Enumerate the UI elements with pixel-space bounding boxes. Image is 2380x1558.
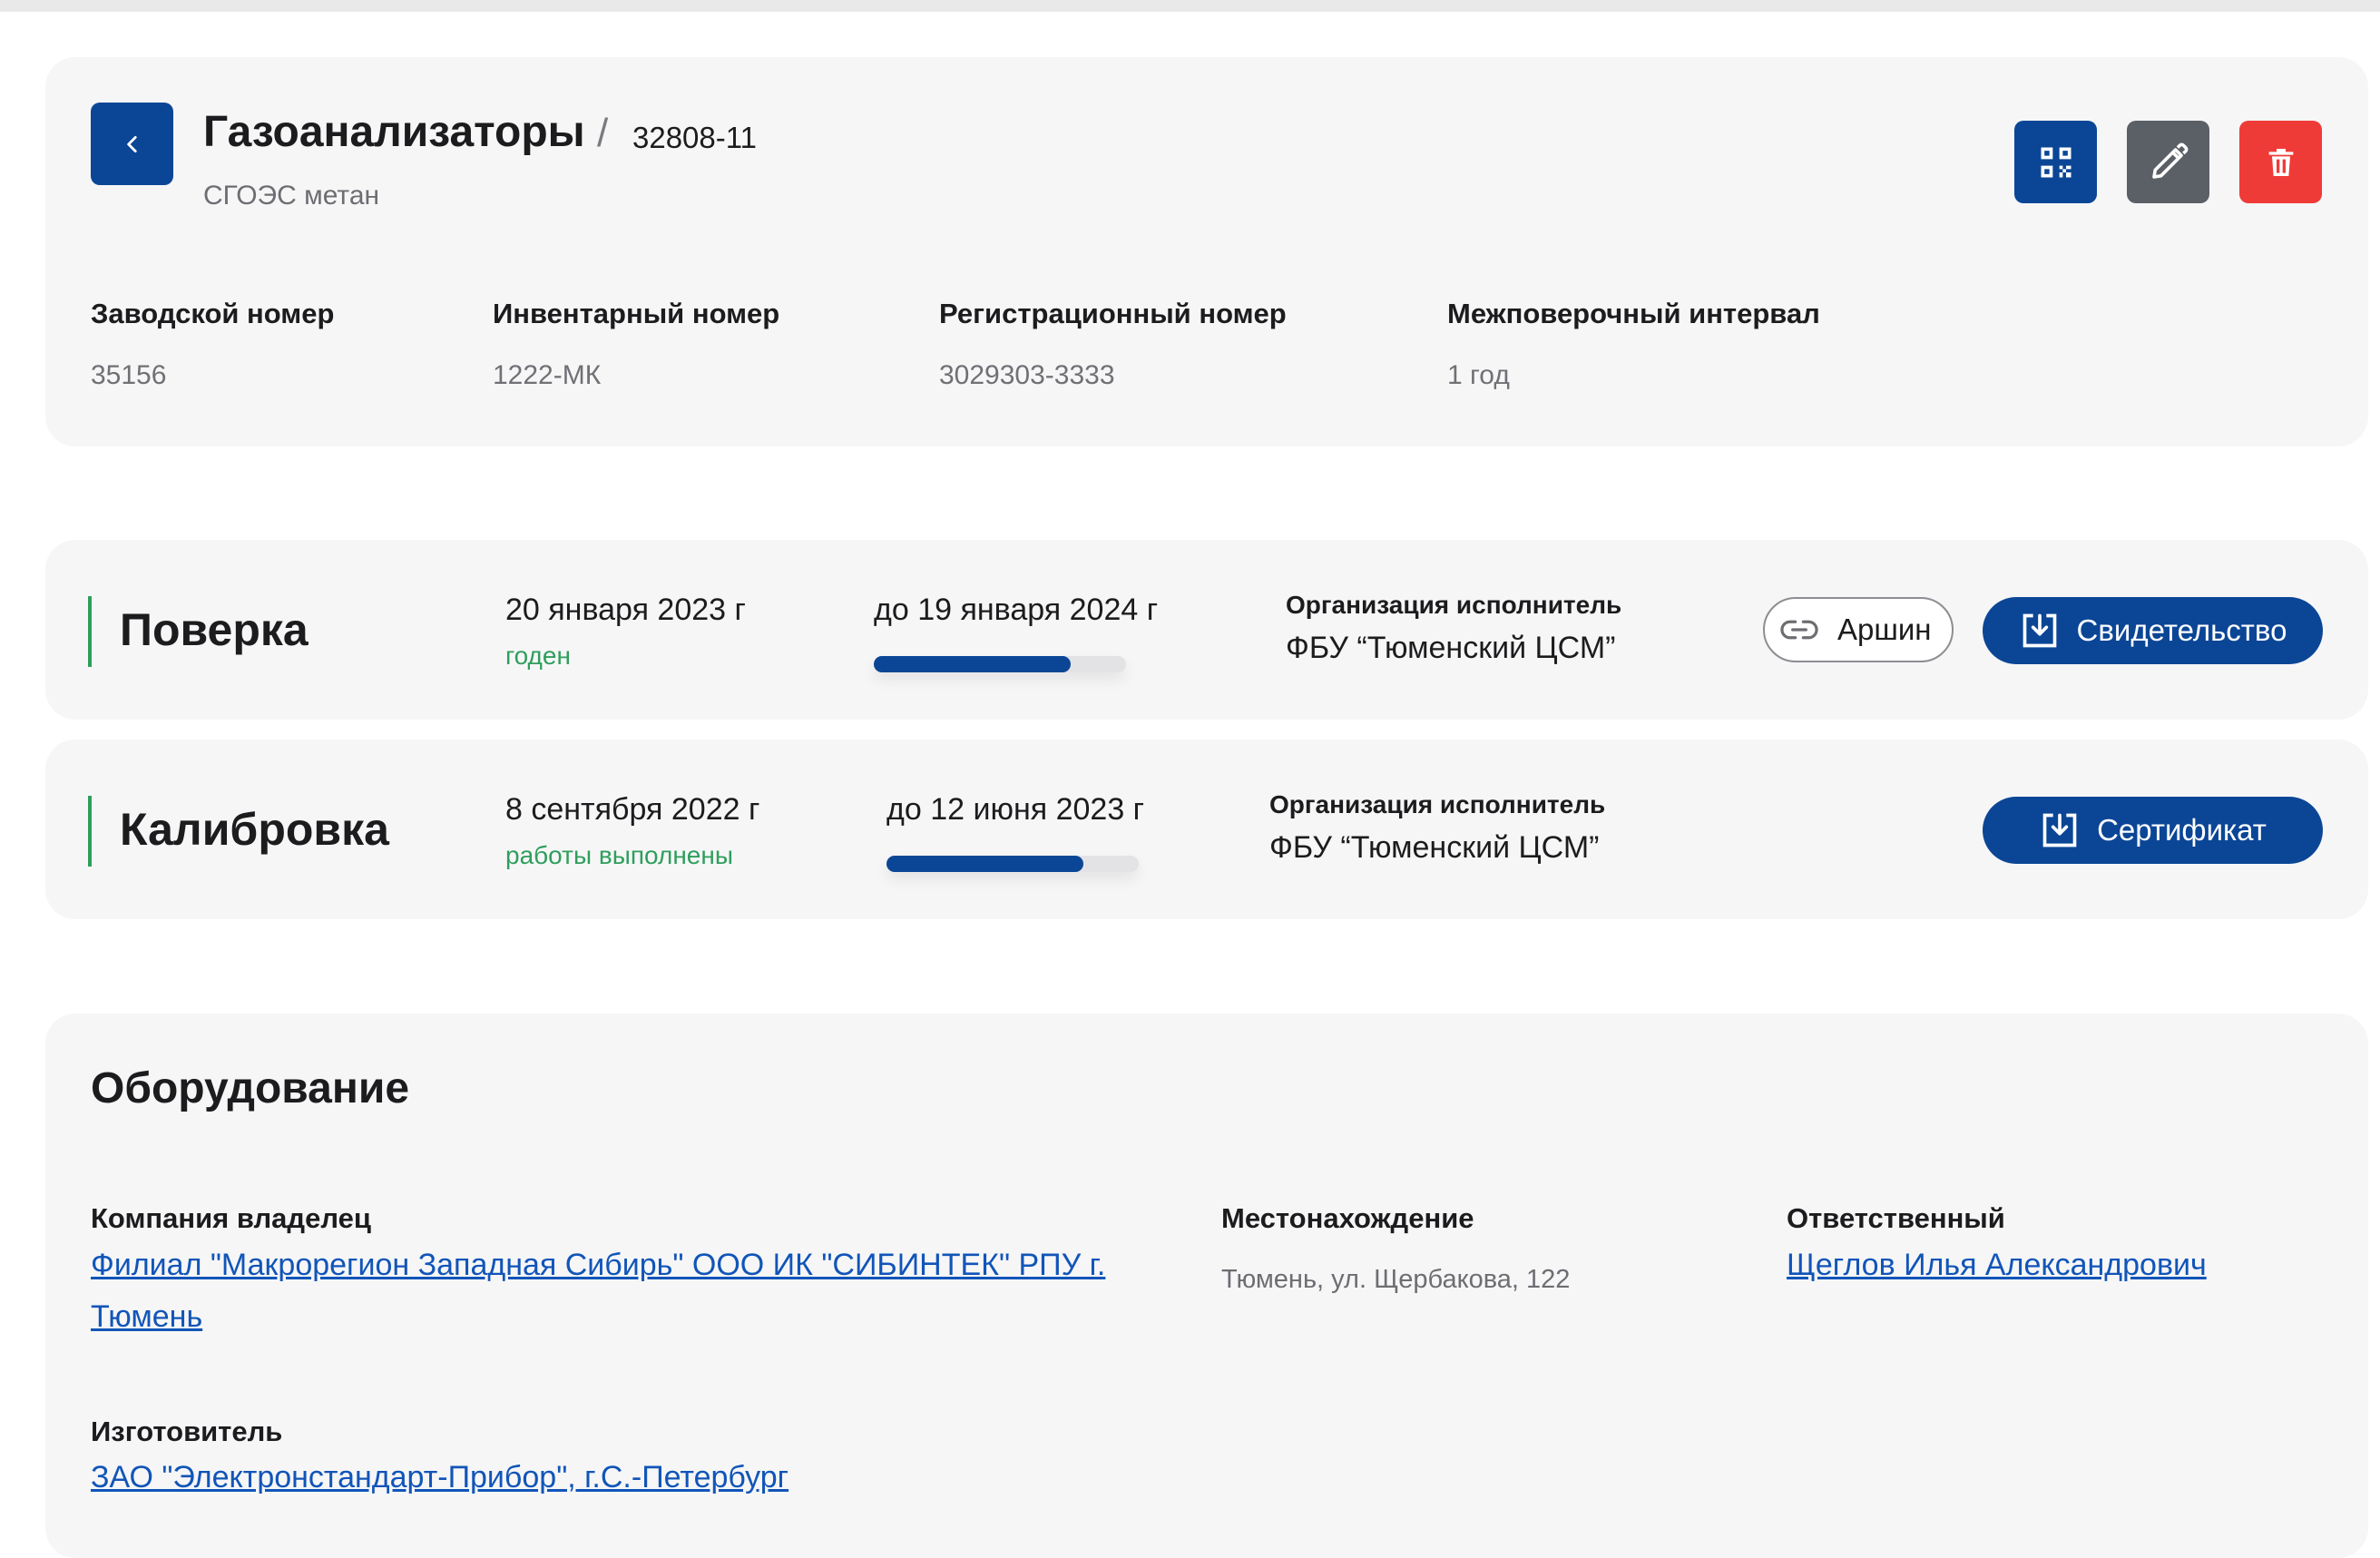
inventory-number-label: Инвентарный номер (493, 298, 780, 329)
location-value: Тюмень, ул. Щербакова, 122 (1221, 1265, 1571, 1294)
calibration-date: 8 сентября 2022 г (505, 792, 760, 827)
verification-card: Поверка 20 января 2023 г годен до 19 янв… (45, 540, 2368, 720)
verification-date: 20 января 2023 г (505, 593, 746, 627)
verification-title: Поверка (120, 604, 309, 655)
verification-progress-bar (874, 656, 1126, 672)
progress-fill (886, 856, 1083, 872)
org-value: ФБУ “Тюменский ЦСМ” (1269, 830, 1600, 865)
serial-number-value: 35156 (91, 360, 167, 390)
status-accent-bar (88, 796, 92, 867)
manufacturer-link[interactable]: ЗАО "Электронстандарт-Прибор", г.С.-Пете… (91, 1452, 788, 1504)
equipment-card: Оборудование Компания владелец Филиал "М… (45, 1014, 2368, 1558)
calibration-card: Калибровка 8 сентября 2022 г работы выпо… (45, 740, 2368, 919)
manufacturer-label: Изготовитель (91, 1416, 283, 1447)
responsible-label: Ответственный (1787, 1202, 2005, 1234)
edit-button[interactable] (2127, 121, 2209, 203)
location-label: Местонахождение (1221, 1202, 1474, 1234)
serial-number-label: Заводской номер (91, 298, 335, 329)
registration-number-label: Регистрационный номер (939, 298, 1287, 329)
progress-fill (874, 656, 1071, 672)
top-bar (0, 0, 2380, 12)
verification-interval-label: Межповерочный интервал (1447, 298, 1820, 329)
title-separator: / (597, 111, 609, 155)
device-subtitle: СГОЭС метан (203, 181, 380, 211)
owner-link[interactable]: Филиал "Макрорегион Западная Сибирь" ООО… (91, 1240, 1116, 1343)
link-icon (1779, 616, 1819, 643)
verification-due-date: до 19 января 2024 г (874, 593, 1159, 627)
chevron-left-icon (126, 135, 137, 152)
org-label: Организация исполнитель (1269, 790, 1606, 818)
org-label: Организация исполнитель (1286, 591, 1622, 619)
org-value: ФБУ “Тюменский ЦСМ” (1286, 631, 1616, 665)
download-certificate-button[interactable]: Свидетельство (1983, 597, 2323, 664)
section-title: Оборудование (91, 1064, 410, 1112)
calibration-status: работы выполнены (505, 841, 733, 869)
back-button[interactable] (91, 103, 173, 185)
calibration-title: Калибровка (120, 804, 389, 855)
certificate-label: Свидетельство (2076, 613, 2287, 647)
responsible-link[interactable]: Щеглов Илья Александрович (1787, 1240, 2207, 1291)
verification-interval-value: 1 год (1447, 360, 1510, 390)
qr-code-icon (2041, 147, 2071, 177)
inventory-number-value: 1222-МК (493, 360, 602, 390)
download-calibration-certificate-button[interactable]: Сертификат (1983, 797, 2323, 864)
type-number: 32808-11 (632, 121, 758, 154)
arshin-label: Аршин (1837, 612, 1932, 646)
calibration-due-date: до 12 июня 2023 г (886, 792, 1145, 827)
trash-icon (2268, 148, 2293, 176)
delete-button[interactable] (2239, 121, 2322, 203)
verification-status: годен (505, 642, 571, 670)
certificate-label: Сертификат (2097, 813, 2267, 847)
pencil-icon (2151, 142, 2188, 179)
status-accent-bar (88, 596, 92, 667)
page-title: Газоанализаторы (203, 108, 585, 156)
qr-code-button[interactable] (2014, 121, 2097, 203)
download-icon (2042, 813, 2077, 848)
download-icon (2023, 613, 2056, 648)
owner-label: Компания владелец (91, 1202, 371, 1234)
calibration-progress-bar (886, 856, 1139, 872)
device-header-card: Газоанализаторы / 32808-11 СГОЭС метан З… (45, 57, 2368, 446)
registration-number-value: 3029303-3333 (939, 360, 1115, 390)
arshin-link-button[interactable]: Аршин (1763, 597, 1954, 662)
